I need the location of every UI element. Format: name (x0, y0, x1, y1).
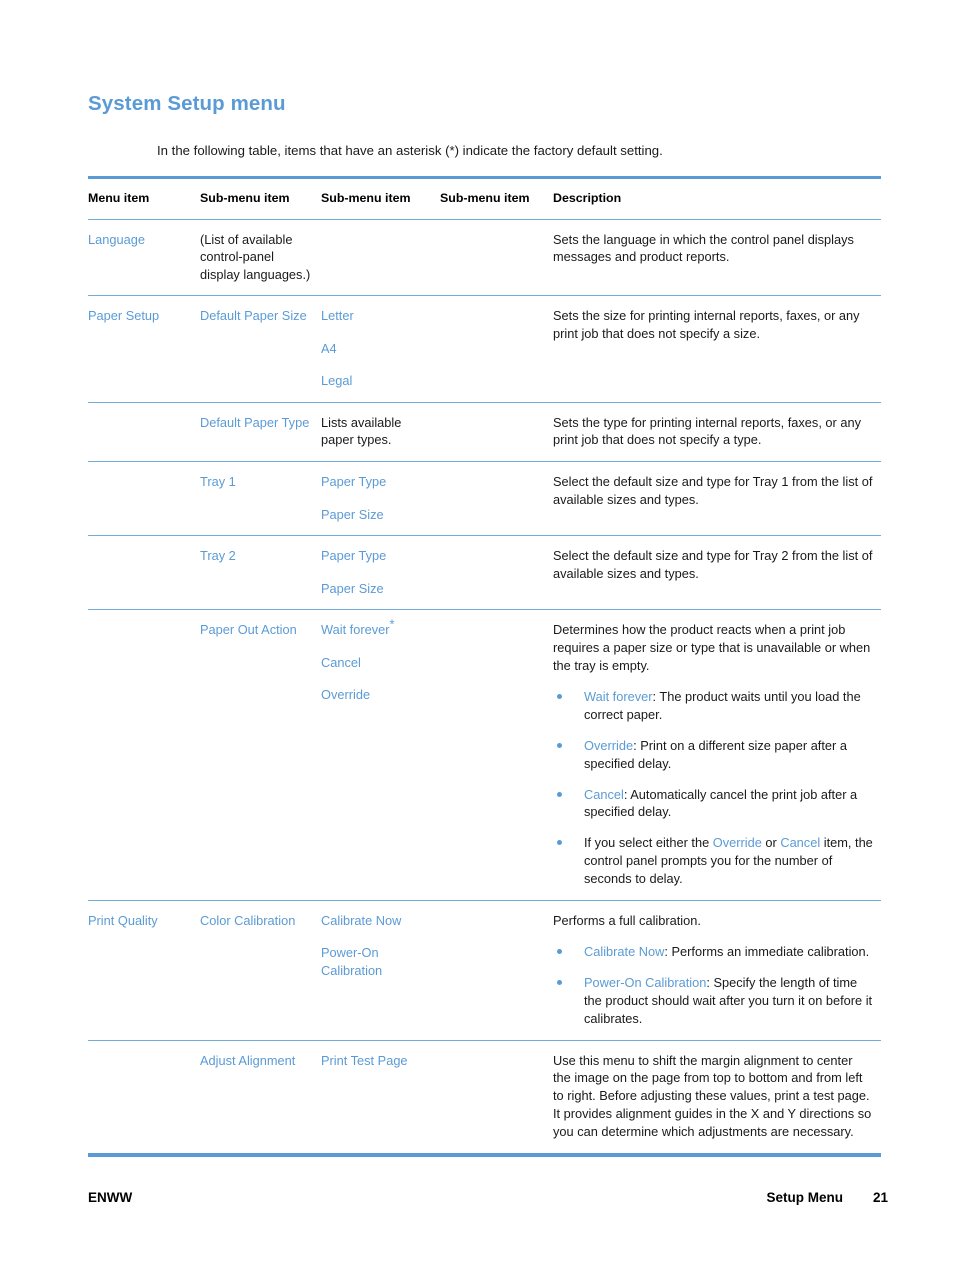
description-cell: Sets the type for printing internal repo… (553, 414, 881, 450)
column-header-sub-menu-item-2: Sub-menu item (321, 191, 411, 205)
description-text: Use this menu to shift the margin alignm… (553, 1052, 872, 1139)
table-row: Adjust Alignment Print Test Page Use thi… (88, 1041, 881, 1153)
sub-menu-adjust-alignment[interactable]: Adjust Alignment (200, 1052, 321, 1070)
sub-menu-paper-types-note: Lists available paper types. (321, 414, 402, 448)
option-calibrate-now[interactable]: Calibrate Now (321, 912, 432, 930)
list-item: Override: Print on a different size pape… (553, 737, 873, 773)
description-cell: Select the default size and type for Tra… (553, 547, 881, 583)
sub-menu-paper-out-options: Wait forever* Cancel Override (321, 618, 440, 704)
table-bottom-rule (88, 1152, 881, 1157)
bullet-icon (557, 791, 562, 797)
description-bullet-list: Wait forever: The product waits until yo… (553, 688, 873, 887)
description-cell: Sets the size for printing internal repo… (553, 307, 881, 343)
bullet-icon (557, 840, 562, 846)
footer-right-group: Setup Menu 21 (766, 1190, 888, 1205)
sub-menu-default-paper-size[interactable]: Default Paper Size (200, 307, 321, 325)
sub-menu-color-calibration[interactable]: Color Calibration (200, 912, 321, 930)
sub-menu-calibration-options: Calibrate Now Power-On Calibration (321, 912, 440, 980)
column-header-description: Description (553, 191, 622, 205)
list-item: Cancel: Automatically cancel the print j… (553, 786, 873, 822)
bullet-term[interactable]: Calibrate Now (584, 944, 664, 959)
sub-menu-print-test-page[interactable]: Print Test Page (321, 1052, 440, 1070)
bullet-icon (557, 949, 562, 955)
bullet-term[interactable]: Override (713, 835, 762, 850)
bullet-icon (557, 743, 562, 749)
page-footer: ENWW Setup Menu 21 (88, 1190, 888, 1205)
list-item: Calibrate Now: Performs an immediate cal… (553, 943, 873, 961)
option-cancel[interactable]: Cancel (321, 654, 432, 672)
bullet-sep: : (664, 944, 672, 960)
bullet-icon (557, 980, 562, 986)
sub-menu-paper-out-action[interactable]: Paper Out Action (200, 621, 321, 639)
footer-page-number: 21 (872, 1190, 888, 1205)
table-row: Paper Out Action Wait forever* Cancel Ov… (88, 610, 881, 900)
option-override[interactable]: Override (321, 686, 432, 704)
table-header-row: Menu item Sub-menu item Sub-menu item Su… (88, 179, 881, 219)
sub-menu-tray-2-options: Paper Type Paper Size (321, 547, 440, 597)
bullet-prefix: If you select either the (584, 835, 713, 851)
option-paper-size[interactable]: Paper Size (321, 506, 432, 524)
option-a4[interactable]: A4 (321, 340, 432, 358)
sub-menu-tray-1[interactable]: Tray 1 (200, 473, 321, 491)
sub-menu-tray-1-options: Paper Type Paper Size (321, 473, 440, 523)
sub-menu-language-list: (List of available control-panel display… (200, 231, 311, 282)
footer-locale-label: ENWW (88, 1190, 133, 1205)
table-row: Print Quality Color Calibration Calibrat… (88, 901, 881, 1040)
description-cell: Select the default size and type for Tra… (553, 473, 881, 509)
bullet-mid: or (761, 835, 781, 851)
sub-menu-paper-size-options: Letter A4 Legal (321, 307, 440, 390)
column-header-sub-menu-item-3: Sub-menu item (440, 191, 530, 205)
description-text: Sets the language in which the control p… (553, 231, 854, 265)
description-cell: Performs a full calibration. Calibrate N… (553, 912, 881, 1028)
table-row: Language (List of available control-pane… (88, 220, 881, 296)
bullet-term[interactable]: Power-On Calibration (584, 975, 706, 990)
bullet-term[interactable]: Cancel (584, 787, 624, 802)
option-legal[interactable]: Legal (321, 372, 432, 390)
option-paper-type[interactable]: Paper Type (321, 473, 432, 491)
bullet-term[interactable]: Wait forever (584, 689, 653, 704)
list-item: Wait forever: The product waits until yo… (553, 688, 873, 724)
document-page: System Setup menu In the following table… (0, 0, 954, 1270)
page-title: System Setup menu (88, 92, 286, 115)
option-letter[interactable]: Letter (321, 307, 432, 325)
option-paper-type[interactable]: Paper Type (321, 547, 432, 565)
description-text: Performs a full calibration. (553, 912, 701, 928)
intro-paragraph: In the following table, items that have … (157, 143, 663, 158)
table-row: Paper Setup Default Paper Size Letter A4… (88, 296, 881, 402)
description-text: Determines how the product reacts when a… (553, 622, 871, 673)
table-row: Tray 1 Paper Type Paper Size Select the … (88, 462, 881, 535)
list-item: If you select either the Override or Can… (553, 834, 873, 887)
bullet-term[interactable]: Override (584, 738, 633, 753)
bullet-term-2[interactable]: Cancel (780, 835, 820, 850)
column-header-sub-menu-item-1: Sub-menu item (200, 191, 290, 205)
menu-item-print-quality[interactable]: Print Quality (88, 912, 200, 930)
description-text: Sets the size for printing internal repo… (553, 308, 860, 341)
option-wait-forever-label: Wait forever (321, 622, 390, 638)
description-cell: Determines how the product reacts when a… (553, 621, 881, 888)
description-text: Sets the type for printing internal repo… (553, 414, 861, 448)
list-item: Power-On Calibration: Specify the length… (553, 974, 873, 1027)
description-cell: Use this menu to shift the margin alignm… (553, 1052, 881, 1141)
option-power-on-calibration[interactable]: Power-On Calibration (321, 944, 432, 979)
system-setup-menu-table: Menu item Sub-menu item Sub-menu item Su… (88, 176, 881, 1157)
description-text: Select the default size and type for Tra… (553, 548, 873, 581)
footer-section-label: Setup Menu (766, 1190, 843, 1205)
description-text: Select the default size and type for Tra… (553, 474, 873, 507)
menu-item-language[interactable]: Language (88, 231, 200, 249)
table-row: Default Paper Type Lists available paper… (88, 403, 881, 462)
column-header-menu-item: Menu item (88, 191, 150, 205)
option-wait-forever[interactable]: Wait forever* (321, 618, 432, 639)
description-cell: Sets the language in which the control p… (553, 231, 881, 267)
description-bullet-list: Calibrate Now: Performs an immediate cal… (553, 943, 873, 1027)
bullet-icon (557, 694, 562, 700)
bullet-text: Performs an immediate calibration. (671, 944, 870, 960)
sub-menu-tray-2[interactable]: Tray 2 (200, 547, 321, 565)
table-row: Tray 2 Paper Type Paper Size Select the … (88, 536, 881, 609)
sub-menu-default-paper-type[interactable]: Default Paper Type (200, 414, 321, 432)
option-paper-size[interactable]: Paper Size (321, 580, 432, 598)
factory-default-asterisk: * (389, 616, 395, 632)
menu-item-paper-setup[interactable]: Paper Setup (88, 307, 200, 325)
